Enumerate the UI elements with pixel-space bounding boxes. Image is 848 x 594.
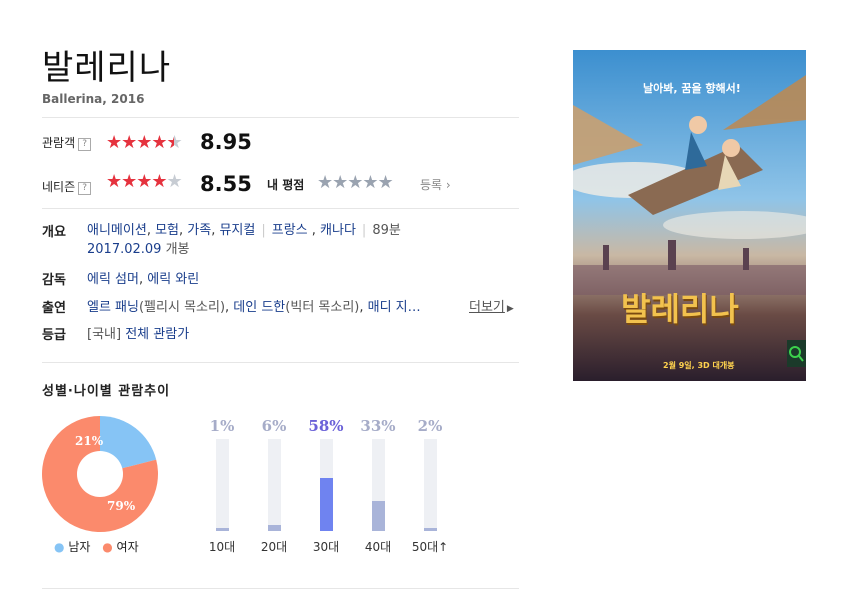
age-bar xyxy=(372,501,385,531)
chevron-right-icon: › xyxy=(445,178,451,192)
age-percent-label: 2% xyxy=(417,417,443,435)
genre-link[interactable]: 애니메이션 xyxy=(87,223,147,238)
demographics-title: 성별·나이별 관람추이 xyxy=(42,384,171,399)
poster-logo: 발레리나 xyxy=(621,290,739,328)
more-cast-link[interactable]: 더보기 ▶ xyxy=(469,296,514,315)
release-date-link[interactable]: 2017.02.09 xyxy=(87,242,161,257)
cast-link[interactable]: 데인 드한 xyxy=(233,300,285,315)
divider xyxy=(42,362,519,363)
release-suffix: 개봉 xyxy=(161,242,190,257)
overview-content: 애니메이션, 모험, 가족, 뮤지컬 | 프랑스 , 캐나다 | 89분 2017.02… xyxy=(87,223,401,257)
audience-stars: ★★★★★★ xyxy=(106,132,183,153)
poster-image xyxy=(573,50,806,381)
my-rating-label: 내 평점 xyxy=(267,178,305,192)
runtime: 89분 xyxy=(372,223,401,238)
age-bar-track xyxy=(216,439,229,531)
grade-prefix: [국내] xyxy=(87,327,122,342)
age-bar xyxy=(320,478,333,531)
movie-poster[interactable]: 날아봐, 꿈을 향해서! 발레리나 2월 9일, 3D 대개봉 xyxy=(573,50,806,381)
genre-link[interactable]: 뮤지컬 xyxy=(219,223,255,238)
movie-title: 발레리나 xyxy=(42,48,172,88)
gender-legend: ● 남자 ● 여자 xyxy=(54,538,139,555)
director-link[interactable]: 에릭 와린 xyxy=(147,272,199,287)
female-legend-label: 여자 xyxy=(116,540,139,554)
audience-label: 관람객 xyxy=(42,136,76,150)
female-percent-label: 79% xyxy=(107,499,136,513)
more-label: 더보기 xyxy=(469,300,505,315)
grade-link[interactable]: 전체 관람가 xyxy=(125,327,189,342)
cast-role: (빅터 목소리) xyxy=(285,300,360,315)
cast-role: (펠리시 목소리) xyxy=(138,300,226,315)
male-legend-label: 남자 xyxy=(68,540,91,554)
my-rating-stars[interactable]: ★★★★★ xyxy=(317,172,394,193)
divider xyxy=(42,208,519,209)
age-bar xyxy=(424,528,437,531)
age-percent-label: 58% xyxy=(308,417,344,435)
female-legend-dot: ● xyxy=(102,540,113,554)
age-bar-track xyxy=(372,439,385,531)
register-label: 등록 xyxy=(420,178,443,192)
age-label: 10대 xyxy=(208,540,236,554)
country-link[interactable]: 프랑스 xyxy=(272,223,308,238)
register-rating-link[interactable]: 등록 › xyxy=(420,176,451,193)
help-icon[interactable]: ? xyxy=(78,182,92,195)
age-label: 20대 xyxy=(260,540,288,554)
poster-release-note: 2월 9일, 3D 대개봉 xyxy=(663,361,735,370)
genre-link[interactable]: 가족 xyxy=(187,223,211,238)
age-bar-track xyxy=(320,439,333,531)
age-percent-label: 33% xyxy=(360,417,396,435)
poster-tagline: 날아봐, 꿈을 향해서! xyxy=(643,82,741,95)
director-label: 감독 xyxy=(42,273,66,288)
movie-subtitle: Ballerina, 2016 xyxy=(42,92,145,106)
age-bar xyxy=(268,525,281,531)
cast-link[interactable]: 매디 지… xyxy=(368,300,421,315)
age-label: 30대 xyxy=(312,540,340,554)
netizen-label: 네티즌 xyxy=(42,180,76,194)
netizen-score: 8.55 xyxy=(200,172,252,196)
grade-content: [국내] 전체 관람가 xyxy=(87,323,189,342)
male-legend-dot: ● xyxy=(54,540,65,554)
age-bar-track xyxy=(268,439,281,531)
age-percent-label: 1% xyxy=(209,417,235,435)
age-percent-label: 6% xyxy=(261,417,287,435)
divider xyxy=(42,588,519,589)
gender-donut-chart: 21% 79% xyxy=(42,416,159,532)
divider xyxy=(42,117,519,118)
genre-link[interactable]: 모험 xyxy=(155,223,179,238)
help-icon[interactable]: ? xyxy=(78,138,92,151)
donut-hole xyxy=(77,451,123,497)
age-label: 40대 xyxy=(364,540,392,554)
age-bar-track xyxy=(424,439,437,531)
directors: 에릭 섬머, 에릭 와린 xyxy=(87,272,200,287)
audience-score: 8.95 xyxy=(200,130,252,154)
cast-label: 출연 xyxy=(42,301,66,316)
grade-label: 등급 xyxy=(42,328,66,343)
netizen-rating: 네티즌? xyxy=(42,176,92,195)
male-percent-label: 21% xyxy=(75,434,104,448)
age-bar xyxy=(216,528,229,531)
netizen-stars: ★★★★★ xyxy=(106,171,183,192)
director-link[interactable]: 에릭 섬머 xyxy=(87,272,139,287)
audience-rating: 관람객? xyxy=(42,132,92,151)
age-label: 50대↑ xyxy=(411,540,449,554)
caret-right-icon: ▶ xyxy=(506,304,514,314)
overview-label: 개요 xyxy=(42,225,66,240)
country-link[interactable]: 캐나다 xyxy=(320,223,356,238)
cast-list: 엘르 패닝(펠리시 목소리), 데인 드한(빅터 목소리), 매디 지… xyxy=(87,300,421,315)
cast-link[interactable]: 엘르 패닝 xyxy=(87,300,139,315)
